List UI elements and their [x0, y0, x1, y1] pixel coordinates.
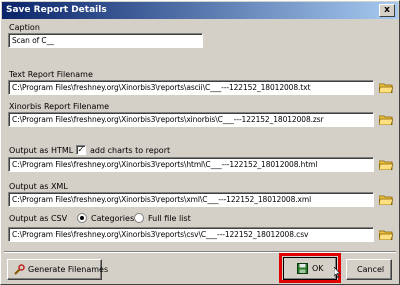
- full-file-list-radio[interactable]: [134, 213, 144, 223]
- xml-output-input[interactable]: C:\Program Files\freshney.org\Xinorbis3\…: [8, 192, 374, 207]
- csv-output-label: Output as CSV: [9, 214, 68, 223]
- xinorbis-report-value: C:\Program Files\freshney.org\Xinorbis3\…: [12, 115, 324, 124]
- full-file-list-radio-label: Full file list: [148, 214, 191, 223]
- add-charts-label: add charts to report: [90, 146, 171, 155]
- cancel-button[interactable]: Cancel: [346, 259, 392, 280]
- wrench-icon: [14, 264, 25, 275]
- folder-icon[interactable]: [379, 229, 393, 240]
- html-output-value: C:\Program Files\freshney.org\Xinorbis3\…: [12, 160, 318, 169]
- caption-input[interactable]: Scan of C__: [8, 33, 203, 48]
- html-output-label: Output as HTML: [9, 146, 74, 155]
- highlight-box: [279, 253, 341, 283]
- text-report-input[interactable]: C:\Program Files\freshney.org\Xinorbis3\…: [8, 80, 374, 95]
- text-report-label: Text Report Filename: [9, 70, 93, 79]
- folder-icon[interactable]: [379, 82, 393, 93]
- title-bar[interactable]: Save Report Details x: [2, 2, 398, 19]
- csv-output-value: C:\Program Files\freshney.org\Xinorbis3\…: [12, 230, 309, 239]
- window-title: Save Report Details: [6, 5, 107, 15]
- html-output-input[interactable]: C:\Program Files\freshney.org\Xinorbis3\…: [8, 157, 374, 172]
- xinorbis-report-input[interactable]: C:\Program Files\freshney.org\Xinorbis3\…: [8, 112, 374, 127]
- cursor-icon: [334, 267, 341, 278]
- xml-output-value: C:\Program Files\freshney.org\Xinorbis3\…: [12, 195, 312, 204]
- generate-filenames-label: Generate Filenames: [28, 265, 109, 274]
- caption-value: Scan of C__: [12, 36, 54, 45]
- xinorbis-report-label: Xinorbis Report Filename: [9, 102, 110, 111]
- save-report-dialog: Save Report Details x Caption Scan of C_…: [0, 0, 400, 285]
- folder-icon[interactable]: [379, 114, 393, 125]
- xml-output-label: Output as XML: [9, 182, 68, 191]
- cancel-label: Cancel: [357, 265, 385, 274]
- folder-icon[interactable]: [379, 159, 393, 170]
- categories-radio[interactable]: [77, 213, 87, 223]
- categories-radio-label: Categories: [91, 214, 135, 223]
- csv-output-input[interactable]: C:\Program Files\freshney.org\Xinorbis3\…: [8, 227, 374, 242]
- caption-label: Caption: [9, 23, 40, 32]
- close-button[interactable]: x: [379, 4, 395, 17]
- folder-icon[interactable]: [379, 194, 393, 205]
- generate-filenames-button[interactable]: Generate Filenames: [7, 259, 108, 280]
- text-report-value: C:\Program Files\freshney.org\Xinorbis3\…: [12, 83, 311, 92]
- add-charts-checkbox[interactable]: ✓: [76, 145, 86, 155]
